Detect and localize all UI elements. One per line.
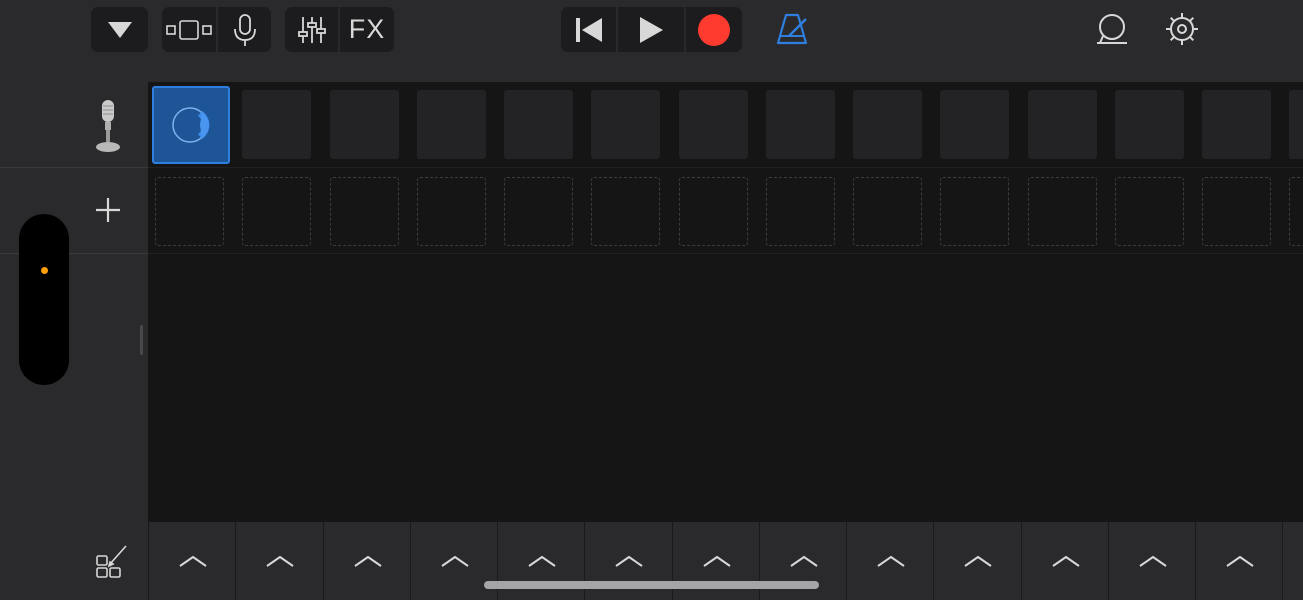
- column-trigger-button[interactable]: [1108, 522, 1196, 600]
- grid-cell[interactable]: [591, 90, 660, 159]
- grid-cell-partial[interactable]: [1289, 177, 1303, 246]
- mixer-fx-group: FX: [285, 7, 394, 52]
- view-controls-group: [162, 7, 271, 52]
- edit-cells-button[interactable]: [75, 522, 148, 600]
- empty-cell[interactable]: [242, 177, 311, 246]
- empty-cell[interactable]: [504, 177, 573, 246]
- microphone-button[interactable]: [216, 7, 271, 52]
- grid-cell[interactable]: [1202, 90, 1271, 159]
- rewind-button[interactable]: [561, 7, 616, 52]
- chevron-up-icon: [789, 555, 818, 567]
- empty-cell[interactable]: [679, 177, 748, 246]
- column-trigger-button[interactable]: [1282, 522, 1303, 600]
- chevron-up-icon: [353, 555, 382, 567]
- grid-cell[interactable]: [766, 90, 835, 159]
- chevron-up-icon: [440, 555, 469, 567]
- chevron-up-icon: [178, 555, 207, 567]
- metronome-button[interactable]: [774, 12, 810, 51]
- menu-button[interactable]: [91, 7, 148, 52]
- edit-cells-icon: [95, 545, 127, 578]
- column-trigger-button[interactable]: [1195, 522, 1283, 600]
- grid-cell[interactable]: [853, 90, 922, 159]
- metronome-icon: [776, 13, 808, 45]
- empty-cell[interactable]: [591, 177, 660, 246]
- chevron-up-icon: [1051, 555, 1080, 567]
- play-icon: [640, 16, 663, 43]
- grid-cell[interactable]: [504, 90, 573, 159]
- empty-cell[interactable]: [1115, 177, 1184, 246]
- empty-cell[interactable]: [1028, 177, 1097, 246]
- tracks-view-button[interactable]: [162, 7, 216, 52]
- track-divider: [0, 167, 148, 168]
- grid-cell[interactable]: [242, 90, 311, 159]
- sliders-icon: [297, 16, 326, 43]
- column-trigger-button[interactable]: [933, 522, 1021, 600]
- empty-cell[interactable]: [1202, 177, 1271, 246]
- menu-button-group: [91, 7, 148, 52]
- column-trigger-button[interactable]: [148, 522, 236, 600]
- grid-cell[interactable]: [679, 90, 748, 159]
- gear-icon: [1166, 13, 1198, 45]
- chevron-up-icon: [265, 555, 294, 567]
- microphone-icon: [96, 100, 120, 152]
- add-track-button[interactable]: [92, 194, 124, 226]
- plus-icon: [96, 198, 120, 222]
- record-icon: [698, 13, 730, 46]
- column-trigger-button[interactable]: [846, 522, 934, 600]
- play-button[interactable]: [616, 7, 684, 52]
- microphone-icon: [233, 13, 256, 46]
- level-indicator-dot: [41, 267, 48, 274]
- column-trigger-button[interactable]: [323, 522, 411, 600]
- chevron-up-icon: [1225, 555, 1254, 567]
- empty-cell[interactable]: [417, 177, 486, 246]
- chevron-up-icon: [963, 555, 992, 567]
- empty-cell[interactable]: [155, 177, 224, 246]
- settings-button[interactable]: [1164, 11, 1200, 52]
- selected-cell[interactable]: [152, 86, 230, 164]
- column-trigger-button[interactable]: [235, 522, 323, 600]
- column-trigger-button[interactable]: [1021, 522, 1109, 600]
- chevron-up-icon: [876, 555, 905, 567]
- chevron-up-icon: [614, 555, 643, 567]
- chevron-up-icon: [702, 555, 731, 567]
- grid-cell-partial[interactable]: [1289, 90, 1303, 159]
- home-indicator: [484, 581, 819, 589]
- grid-cell[interactable]: [1028, 90, 1097, 159]
- level-meter: [19, 214, 69, 385]
- loop-browser-button[interactable]: [1094, 12, 1130, 51]
- track-header-microphone[interactable]: [88, 98, 128, 154]
- chevron-up-icon: [1138, 555, 1167, 567]
- grid-cell[interactable]: [330, 90, 399, 159]
- mixer-button[interactable]: [285, 7, 338, 52]
- fx-button[interactable]: FX: [338, 7, 394, 52]
- grid-cell[interactable]: [940, 90, 1009, 159]
- grid-row-divider: [148, 253, 1303, 254]
- chevron-up-icon: [527, 555, 556, 567]
- loop-icon: [1097, 14, 1127, 44]
- grid-row-divider: [148, 167, 1303, 168]
- grid-cell[interactable]: [417, 90, 486, 159]
- empty-cell[interactable]: [853, 177, 922, 246]
- empty-cell[interactable]: [766, 177, 835, 246]
- empty-cell[interactable]: [330, 177, 399, 246]
- grid-cell[interactable]: [1115, 90, 1184, 159]
- empty-cell[interactable]: [940, 177, 1009, 246]
- audio-cell-icon: [172, 107, 210, 143]
- record-button[interactable]: [684, 7, 742, 52]
- triangle-down-icon: [107, 21, 132, 38]
- transport-group: [561, 7, 742, 52]
- resize-handle[interactable]: [140, 325, 143, 355]
- tracks-view-icon: [166, 19, 212, 40]
- rewind-icon: [575, 17, 602, 42]
- fx-label: FX: [348, 14, 386, 44]
